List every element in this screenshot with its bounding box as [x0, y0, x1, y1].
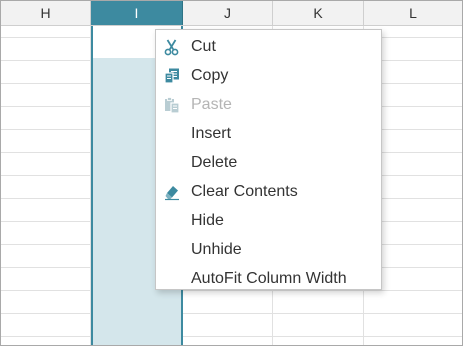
scissors-icon [163, 38, 181, 56]
menu-item-label: Insert [191, 125, 232, 142]
column-h[interactable] [1, 26, 91, 345]
menu-item-insert[interactable]: Insert [156, 119, 381, 148]
menu-item-copy[interactable]: Copy [156, 61, 381, 90]
menu-item-delete[interactable]: Delete [156, 148, 381, 177]
menu-item-label: Copy [191, 67, 229, 84]
menu-item-label: Unhide [191, 241, 242, 258]
menu-item-label: Delete [191, 154, 238, 171]
column-header-row: H I J K L [1, 1, 462, 26]
column-header-i[interactable]: I [91, 1, 183, 25]
column-header-l[interactable]: L [364, 1, 462, 25]
row-divider [1, 336, 462, 337]
menu-item-label: Hide [191, 212, 224, 229]
eraser-icon [163, 183, 181, 201]
menu-item-cut[interactable]: Cut [156, 32, 381, 61]
column-header-h[interactable]: H [1, 1, 91, 25]
menu-item-clear-contents[interactable]: Clear Contents [156, 177, 381, 206]
paste-icon [163, 96, 181, 114]
row-divider [1, 313, 462, 314]
menu-item-label: Paste [191, 96, 232, 113]
menu-item-unhide[interactable]: Unhide [156, 235, 381, 264]
menu-item-hide[interactable]: Hide [156, 206, 381, 235]
menu-item-label: AutoFit Column Width [191, 270, 347, 287]
column-header-j[interactable]: J [183, 1, 273, 25]
menu-item-label: Clear Contents [191, 183, 298, 200]
copy-icon [163, 67, 181, 85]
menu-item-paste[interactable]: Paste [156, 90, 381, 119]
menu-item-label: Cut [191, 38, 216, 55]
menu-item-autofit-column-width[interactable]: AutoFit Column Width [156, 264, 381, 293]
spreadsheet-window: H I J K L Cut Copy Paste Insert Delete C… [0, 0, 463, 346]
column-header-k[interactable]: K [273, 1, 364, 25]
context-menu: Cut Copy Paste Insert Delete Clear Conte… [155, 29, 382, 290]
